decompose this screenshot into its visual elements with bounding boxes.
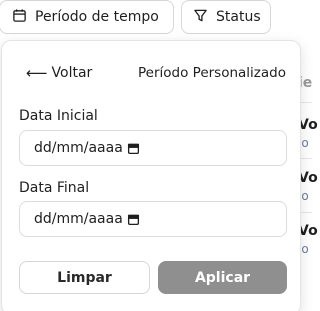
calendar-icon[interactable] <box>127 213 140 226</box>
back-label: Voltar <box>51 65 93 81</box>
start-date-placeholder: dd/mm/aaaa <box>34 140 123 156</box>
period-filter-button[interactable]: Período de tempo <box>0 0 174 34</box>
arrow-left-icon: ⟵ <box>26 63 48 82</box>
filter-icon <box>193 8 208 27</box>
popover-header: ⟵ Voltar Período Personalizado <box>2 65 300 83</box>
end-date-input[interactable]: dd/mm/aaaa <box>19 201 287 237</box>
period-filter-label: Período de tempo <box>35 9 159 25</box>
calendar-icon[interactable] <box>127 142 140 155</box>
start-date-input[interactable]: dd/mm/aaaa <box>19 130 287 166</box>
status-filter-button[interactable]: Status <box>181 0 271 34</box>
end-date-placeholder: dd/mm/aaaa <box>34 211 123 227</box>
calendar-icon <box>12 8 27 27</box>
status-filter-label: Status <box>216 9 261 25</box>
clear-button[interactable]: Limpar <box>19 261 150 294</box>
back-button[interactable]: ⟵ Voltar <box>26 65 92 81</box>
custom-period-popover: ⟵ Voltar Período Personalizado Data Inic… <box>1 40 301 311</box>
end-date-label: Data Final <box>19 180 90 196</box>
start-date-label: Data Inicial <box>19 108 98 124</box>
apply-button[interactable]: Aplicar <box>158 261 287 294</box>
popover-title: Período Personalizado <box>138 65 286 81</box>
